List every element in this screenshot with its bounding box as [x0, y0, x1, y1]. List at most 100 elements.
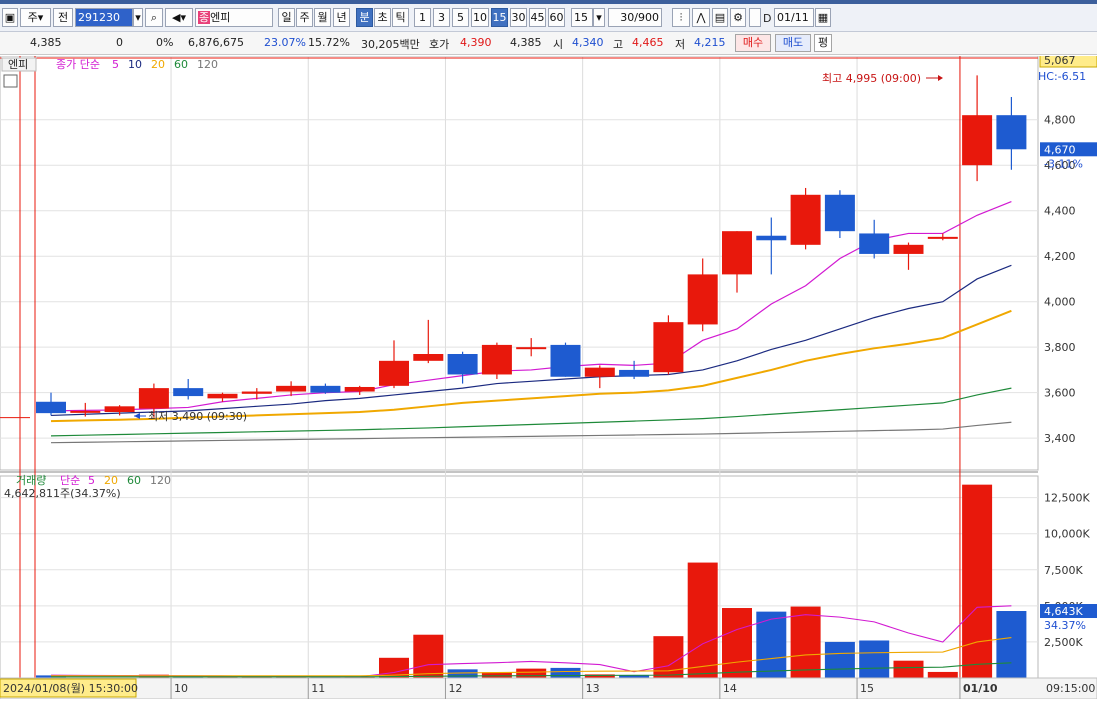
- interval-button-10[interactable]: 10: [471, 8, 489, 27]
- high-label: 고: [613, 38, 624, 51]
- x-day-label-5: 15: [860, 682, 874, 695]
- period-tab-1[interactable]: 주: [296, 8, 313, 27]
- change-percent: 0%: [156, 36, 174, 49]
- candle-body: [756, 235, 787, 241]
- volume-tick-label-0: 2,500K: [1044, 636, 1083, 649]
- volume-ratio: 23.07%: [264, 36, 306, 49]
- volume-bar: [516, 668, 547, 678]
- volume-bar: [927, 671, 958, 678]
- volume-bar: [756, 611, 787, 678]
- volume-legend-ma-5: 5: [88, 474, 95, 487]
- volume-tick-label-3: 10,000K: [1044, 528, 1090, 541]
- price-tick-label-7: 4,800: [1044, 114, 1076, 127]
- volume: 6,876,675: [188, 36, 244, 49]
- volume-current: 4,642,811주(34.37%): [4, 487, 121, 500]
- candle-body: [207, 393, 238, 399]
- price-legend-ma-120: 120: [197, 58, 218, 71]
- price-tick-label-4: 4,200: [1044, 250, 1076, 263]
- stock-code-input[interactable]: 291230: [75, 8, 133, 27]
- price-legend-ma-60: 60: [174, 58, 188, 71]
- candle-body: [516, 347, 547, 350]
- price-legend-ma-20: 20: [151, 58, 165, 71]
- period-tab-6[interactable]: 틱: [392, 8, 409, 27]
- ask-label: 호가: [429, 38, 450, 51]
- period-tab-2[interactable]: 월: [314, 8, 331, 27]
- candle-body: [241, 391, 272, 394]
- quote-bar: 4,385 0 0% 6,876,675 23.07% 15.72% 30,20…: [0, 32, 1097, 55]
- volume-bar: [824, 641, 855, 678]
- search-icon[interactable]: ⌕: [145, 8, 163, 27]
- grid-toggle-icon: [3, 74, 18, 88]
- date-checkbox[interactable]: [749, 8, 761, 27]
- market-select[interactable]: 주▾: [20, 8, 51, 27]
- volume-legend-ma-60: 60: [127, 474, 141, 487]
- x-day-label-6: 01/10: [963, 682, 998, 695]
- min-annotation: 최저 3,490 (09:30): [148, 410, 247, 423]
- price-legend-series: 종가 단순: [56, 58, 100, 71]
- x-day-label-0: 10: [174, 682, 188, 695]
- x-day-label-4: 14: [723, 682, 737, 695]
- chart-toolbar: ▣ 주▾ 전 291230 ▾ ⌕ ◀▾ 종엔피 일주월년분초틱 1 3 5 10 15…: [0, 4, 1097, 32]
- candle-body: [36, 401, 66, 414]
- interval-button-30[interactable]: 30: [510, 8, 527, 27]
- volume-bar: [962, 484, 993, 678]
- interval-button-45[interactable]: 45: [529, 8, 546, 27]
- candle-body: [344, 386, 375, 392]
- interval-button-5[interactable]: 5: [452, 8, 469, 27]
- speaker-icon[interactable]: ◀▾: [165, 8, 193, 27]
- candle-body: [790, 194, 821, 245]
- candle-body: [653, 322, 684, 373]
- open-price: 4,340: [572, 36, 604, 49]
- period-tab-5[interactable]: 초: [374, 8, 391, 27]
- price-tick-label-2: 3,800: [1044, 341, 1076, 354]
- x-axis-bar: [0, 677, 1097, 700]
- indicator-icon[interactable]: ⋀: [692, 8, 710, 27]
- candle-body: [996, 115, 1027, 150]
- interval-button-1[interactable]: 1: [414, 8, 431, 27]
- price-legend-ma-5: 5: [112, 58, 119, 71]
- x-axis-end: 09:15:00: [1046, 682, 1095, 695]
- stock-name: 엔피: [210, 11, 231, 24]
- count-max: /900: [634, 11, 659, 24]
- x-day-label-2: 12: [448, 682, 462, 695]
- buy-button[interactable]: 매수: [735, 34, 771, 52]
- stock-chart: 3,4003,6003,8004,0004,2004,4004,6004,800…: [0, 52, 1097, 700]
- candle-body: [962, 115, 993, 166]
- interval-input[interactable]: 15: [571, 8, 593, 27]
- chart-type-icon[interactable]: ⫶: [672, 8, 690, 27]
- prev-button[interactable]: 전: [53, 8, 73, 27]
- eval-button[interactable]: 평: [814, 34, 832, 52]
- candle-body: [310, 385, 341, 393]
- interval-button-60[interactable]: 60: [548, 8, 565, 27]
- high-price: 4,465: [632, 36, 664, 49]
- calendar-icon[interactable]: ▦: [815, 8, 831, 27]
- period-tab-0[interactable]: 일: [278, 8, 295, 27]
- price-tick-label-5: 4,400: [1044, 205, 1076, 218]
- x-day-label-1: 11: [311, 682, 325, 695]
- ask-price: 4,390: [460, 36, 492, 49]
- volume-bar: [413, 634, 444, 678]
- interval-button-15[interactable]: 15: [491, 8, 508, 27]
- period-tab-3[interactable]: 년: [333, 8, 350, 27]
- open-label: 시: [553, 38, 564, 51]
- date-input[interactable]: 01/11: [774, 8, 814, 27]
- x-axis-start: 2024/01/08(월) 15:30:00: [3, 682, 138, 695]
- chart-area[interactable]: 3,400 3,600 3,800 4,000 4,200 4,400 4,600 4,800…: [0, 52, 1097, 700]
- window-menu-icon[interactable]: ▣: [2, 8, 18, 27]
- stock-name-field[interactable]: 종엔피: [195, 8, 273, 27]
- gear-icon[interactable]: ⚙: [730, 8, 746, 27]
- last-volume: 4,643K: [1044, 605, 1083, 618]
- code-dropdown-icon[interactable]: ▾: [133, 8, 143, 27]
- count-input[interactable]: 30/900: [608, 8, 662, 27]
- candle-body: [276, 385, 307, 392]
- top-value: 5,067: [1044, 56, 1076, 67]
- save-icon[interactable]: ▤: [712, 8, 728, 27]
- period-tab-4[interactable]: 분: [356, 8, 373, 27]
- volume-bar: [893, 660, 924, 678]
- price-tick-label-0: 3,400: [1044, 432, 1076, 445]
- market-label: 주: [27, 11, 38, 24]
- bid-price: 4,385: [510, 36, 542, 49]
- interval-dropdown-icon[interactable]: ▾: [593, 8, 605, 27]
- sell-button[interactable]: 매도: [775, 34, 811, 52]
- interval-button-3[interactable]: 3: [433, 8, 450, 27]
